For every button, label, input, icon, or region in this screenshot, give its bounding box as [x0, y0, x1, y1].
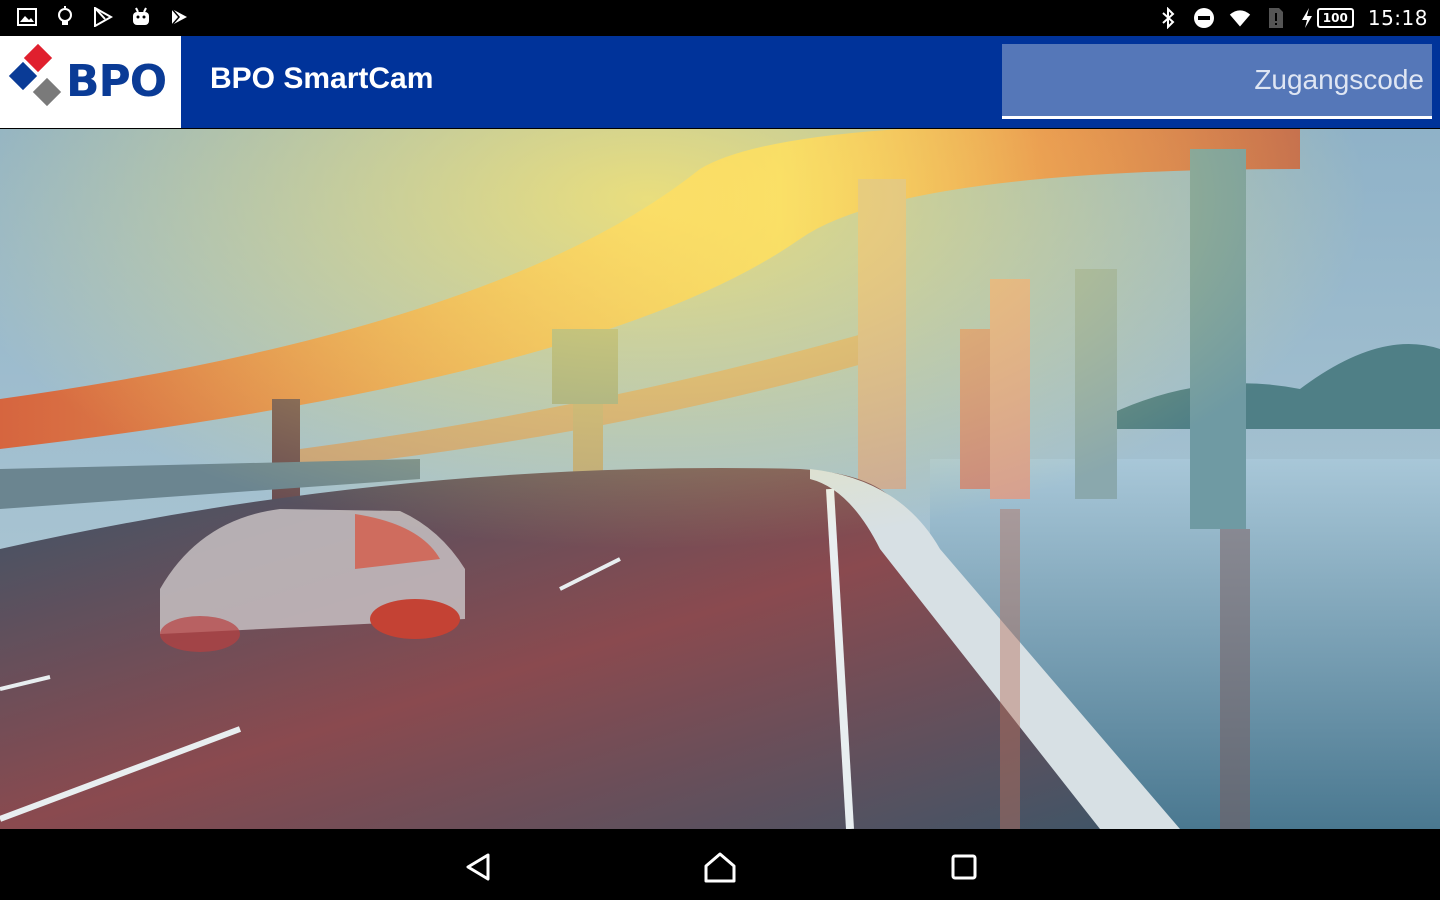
access-code-field[interactable]: [1002, 44, 1432, 116]
clock: 15:18: [1367, 6, 1428, 30]
hero-image: [0, 129, 1440, 829]
charging-icon: [1301, 8, 1312, 28]
highway-interchange-photo: [0, 129, 1440, 829]
play-store-icon: [92, 6, 114, 28]
access-code-underline: [1002, 116, 1432, 119]
notification-icons: [16, 6, 190, 28]
system-icons: 100 15:18: [1157, 4, 1428, 32]
home-icon: [704, 852, 736, 883]
navigation-bar: [0, 829, 1440, 900]
logo: BPO: [0, 36, 181, 128]
android-icon: [130, 6, 152, 28]
battery-indicator: 100: [1301, 8, 1354, 28]
recents-button[interactable]: [944, 847, 984, 887]
lightbulb-icon: [54, 6, 76, 28]
home-button[interactable]: [700, 847, 740, 887]
app-bar: BPO BPO SmartCam: [0, 36, 1440, 165]
back-button[interactable]: [458, 847, 498, 887]
do-not-disturb-icon: [1193, 7, 1215, 29]
status-bar: 100 15:18: [0, 0, 1440, 36]
access-code-input[interactable]: [1002, 44, 1432, 116]
play-icon: [168, 6, 190, 28]
app-title: BPO SmartCam: [210, 62, 434, 95]
back-icon: [466, 853, 490, 881]
logo-diamonds-icon: [8, 43, 62, 107]
logo-text: BPO: [66, 56, 167, 107]
wifi-icon: [1229, 7, 1251, 29]
sim-icon: [1265, 7, 1287, 29]
battery-level: 100: [1316, 8, 1354, 28]
image-icon: [16, 6, 38, 28]
bluetooth-icon: [1157, 7, 1179, 29]
recents-icon: [951, 854, 977, 880]
